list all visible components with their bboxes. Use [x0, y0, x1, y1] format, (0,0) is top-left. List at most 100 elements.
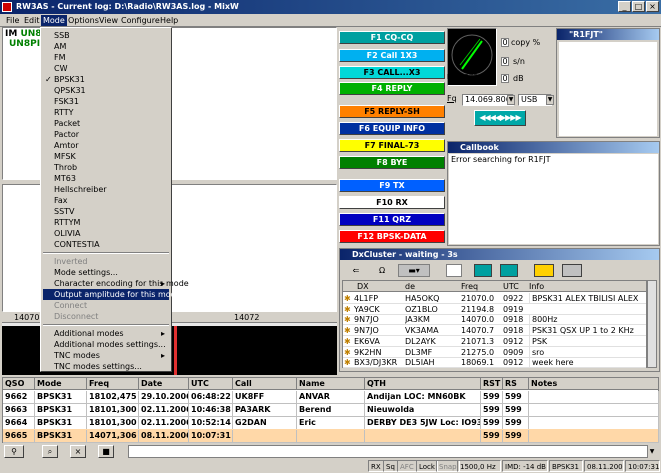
- menu-tnc-modes[interactable]: TNC modes ▸: [43, 350, 169, 361]
- menu-options[interactable]: Options: [66, 15, 101, 26]
- close-button[interactable]: ×: [646, 1, 659, 12]
- dx-left-arrow-icon[interactable]: ⇐: [346, 264, 366, 277]
- log-filter-dropdown[interactable]: ▼: [647, 446, 657, 457]
- menu-configure[interactable]: Configure: [119, 15, 162, 26]
- dx-export-icon[interactable]: [500, 264, 518, 277]
- log-save-icon[interactable]: ■: [98, 445, 114, 458]
- log-search-icon[interactable]: ⌕: [42, 445, 58, 458]
- menu-additional-modes-settings[interactable]: Additional modes settings...: [43, 339, 169, 350]
- menu-view[interactable]: View: [97, 15, 120, 26]
- dxcluster-scrollbar[interactable]: [647, 280, 657, 368]
- dx-row[interactable]: ✱ 9K2HN DL3MF 21275.0 0909 sro: [343, 346, 646, 358]
- macro-button-f6[interactable]: F6 EQUIP INFO: [339, 122, 445, 135]
- dx-col-header[interactable]: Info: [529, 281, 647, 292]
- menu-file[interactable]: File: [4, 15, 21, 26]
- mode-item-throb[interactable]: Throb: [43, 162, 169, 173]
- log-col-header[interactable]: Mode: [35, 378, 87, 390]
- macro-button-f11[interactable]: F11 QRZ: [339, 213, 445, 226]
- dx-row[interactable]: ✱ 4L1FP HA5OKQ 21070.0 0922 BPSK31 ALEX TBILI…: [343, 293, 646, 304]
- dxcluster-header[interactable]: DxCluster - waiting - 3s: [340, 249, 659, 260]
- dx-row[interactable]: ✱ YA9CK OZ1BLO 21194.8 0919: [343, 304, 646, 315]
- tune-arrows-button[interactable]: ◀◀◀◀▶▶▶▶: [474, 110, 526, 126]
- status-sq[interactable]: Sq: [383, 460, 398, 472]
- dx-col-header[interactable]: Freq: [461, 281, 503, 292]
- dx-row[interactable]: ✱ 9N7JO JA3KM 14070.0 0918 800Hz: [343, 314, 646, 326]
- log-col-header[interactable]: Freq: [87, 378, 139, 390]
- dx-list-icon[interactable]: [446, 264, 462, 277]
- mode-item-hellschreiber[interactable]: Hellschreiber: [43, 184, 169, 195]
- log-col-header[interactable]: Notes: [529, 378, 659, 390]
- macro-button-f7[interactable]: F7 FINAL-73: [339, 139, 445, 152]
- menu-help[interactable]: Help: [158, 15, 180, 26]
- dx-row[interactable]: ✱ 9N7JO VK3AMA 14070.7 0918 PSK31 QSX UP 1 to…: [343, 325, 646, 337]
- dx-abc-icon[interactable]: [534, 264, 554, 277]
- dx-row[interactable]: ✱ EK6VA DL2AYK 21071.3 0912 PSK: [343, 335, 646, 347]
- macro-button-f4[interactable]: F4 REPLY: [339, 82, 445, 95]
- menu-additional-modes[interactable]: Additional modes ▸: [43, 328, 169, 339]
- menu-mode-settings[interactable]: Mode settings...: [43, 267, 169, 278]
- log-row[interactable]: 9665 BPSK31 14071,306 08.11.2006 10:07:31 599…: [3, 429, 659, 443]
- log-row[interactable]: 9662 BPSK31 18102,475 29.10.2006 06:48:22 UK8…: [3, 390, 659, 404]
- status-lock[interactable]: Lock: [416, 460, 438, 472]
- macro-button-f8[interactable]: F8 BYE: [339, 156, 445, 169]
- log-row[interactable]: 9663 BPSK31 18101,300 02.11.2006 10:46:38 PA3…: [3, 403, 659, 417]
- dx-row[interactable]: ✱ BX3/DJ3KR DL5IAH 18069.1 0912 week here: [343, 357, 646, 369]
- log-col-header[interactable]: RST: [481, 378, 503, 390]
- mode-item-cw[interactable]: CW: [43, 63, 169, 74]
- mode-item-mt63[interactable]: MT63: [43, 173, 169, 184]
- mode-item-bpsk31[interactable]: ✓ BPSK31: [43, 74, 169, 85]
- log-col-header[interactable]: Call: [233, 378, 297, 390]
- menu-edit[interactable]: Edit: [22, 15, 42, 26]
- log-col-header[interactable]: Name: [297, 378, 365, 390]
- mode-item-contestia[interactable]: CONTESTIA: [43, 239, 169, 250]
- mode-item-olivia[interactable]: OLIVIA: [43, 228, 169, 239]
- callsign-window-header[interactable]: "R1FJT": [557, 29, 659, 40]
- freq-dropdown-button[interactable]: ▼: [507, 95, 515, 105]
- mode-item-amtor[interactable]: Amtor: [43, 140, 169, 151]
- mode-item-sstv[interactable]: SSTV: [43, 206, 169, 217]
- mode-item-ssb[interactable]: SSB: [43, 30, 169, 41]
- menu-char-encoding[interactable]: Character encoding for this mode ▸: [43, 278, 189, 289]
- status-rx[interactable]: RX: [368, 460, 384, 472]
- macro-button-f1[interactable]: F1 CQ-CQ: [339, 31, 445, 44]
- mode-item-packet[interactable]: Packet: [43, 118, 169, 129]
- mode-item-pactor[interactable]: Pactor: [43, 129, 169, 140]
- log-filter-field[interactable]: [128, 445, 648, 458]
- status-afc[interactable]: AFC: [397, 460, 417, 472]
- macro-button-f9[interactable]: F9 TX: [339, 179, 445, 192]
- macro-button-f2[interactable]: F2 Call 1X3: [339, 49, 445, 62]
- macro-button-f10[interactable]: F10 RX: [339, 196, 445, 209]
- mode-item-fm[interactable]: FM: [43, 52, 169, 63]
- log-col-header[interactable]: QTH: [365, 378, 481, 390]
- log-tools-icon[interactable]: ⚲: [4, 445, 24, 458]
- waterfall-cursor[interactable]: [174, 323, 177, 375]
- maximize-button[interactable]: □: [632, 1, 645, 12]
- menu-output-amplitude[interactable]: Output amplitude for this mode...: [43, 289, 188, 300]
- dx-import-icon[interactable]: [474, 264, 492, 277]
- mode-item-fsk31[interactable]: FSK31: [43, 96, 169, 107]
- log-col-header[interactable]: RS: [503, 378, 529, 390]
- mode-item-am[interactable]: AM: [43, 41, 169, 52]
- log-clear-icon[interactable]: ×: [70, 445, 86, 458]
- mode-item-mfsk[interactable]: MFSK: [43, 151, 169, 162]
- rig-mode-dropdown-button[interactable]: ▼: [546, 95, 554, 105]
- minimize-button[interactable]: _: [618, 1, 631, 12]
- dx-col-header[interactable]: UTC: [503, 281, 527, 292]
- dx-col-header[interactable]: de: [405, 281, 459, 292]
- dx-settings-icon[interactable]: [562, 264, 582, 277]
- mode-item-rtty[interactable]: RTTY: [43, 107, 169, 118]
- menu-tnc-modes-settings[interactable]: TNC modes settings...: [43, 361, 169, 372]
- mode-item-rttym[interactable]: RTTYM: [43, 217, 169, 228]
- menu-mode[interactable]: Mode: [41, 15, 67, 26]
- mode-item-qpsk31[interactable]: QPSK31: [43, 85, 169, 96]
- log-col-header[interactable]: UTC: [189, 378, 233, 390]
- macro-button-f3[interactable]: F3 CALL...X3: [339, 66, 445, 79]
- log-col-header[interactable]: QSO: [3, 378, 35, 390]
- mode-item-fax[interactable]: Fax: [43, 195, 169, 206]
- log-row[interactable]: 9664 BPSK31 18101,300 02.11.2006 10:52:14 G2D…: [3, 416, 659, 430]
- log-col-header[interactable]: Date: [139, 378, 189, 390]
- callbook-header[interactable]: Callbook: [448, 142, 659, 153]
- macro-button-f12[interactable]: F12 BPSK-DATA: [339, 230, 445, 243]
- headphones-icon[interactable]: Ω: [372, 264, 392, 277]
- dx-filter-icon[interactable]: ▬▾: [398, 264, 430, 277]
